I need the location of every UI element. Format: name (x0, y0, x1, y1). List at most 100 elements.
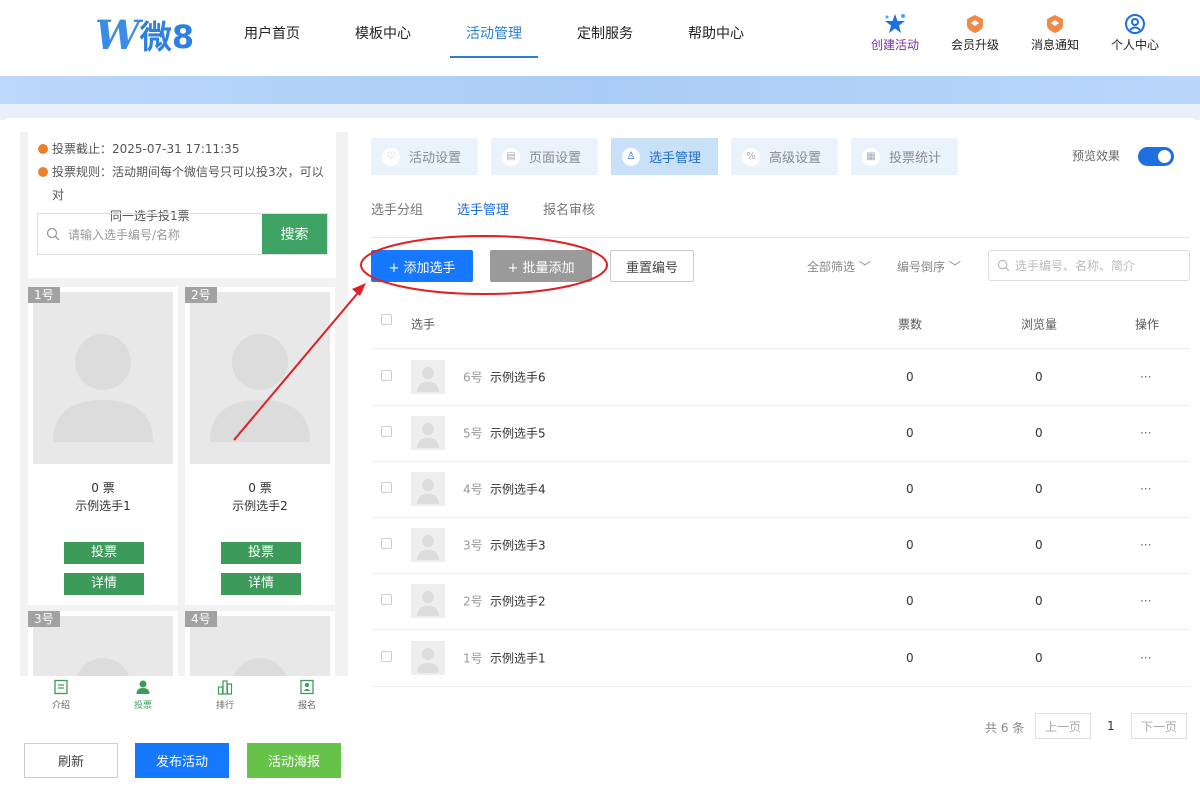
table-row[interactable]: 1号 示例选手1 0 0 ··· (371, 630, 1190, 687)
row-checkbox[interactable] (381, 538, 392, 549)
contestant-number: 3号 (28, 611, 60, 627)
preview-search: 请输入选手编号/名称 搜索 (37, 213, 328, 255)
tab-vote-statistics-label: 投票统计 (889, 151, 942, 166)
member-upgrade-label: 会员升级 (950, 38, 999, 52)
table-row[interactable]: 5号 示例选手5 0 0 ··· (371, 405, 1190, 462)
preview-search-input[interactable]: 请输入选手编号/名称 (38, 214, 262, 254)
col-actions: 操作 (1135, 317, 1160, 332)
contestant-card[interactable]: 1号 0 票 示例选手1 投票 详情 (28, 287, 178, 605)
prev-page-button[interactable]: 上一页 (1035, 713, 1091, 739)
nav-templates[interactable]: 模板中心 (339, 0, 427, 58)
contestant-card[interactable]: 3号 (28, 611, 178, 677)
contestant-photo (33, 292, 173, 464)
nav-help[interactable]: 帮助中心 (672, 0, 760, 58)
avatar-placeholder-icon (417, 591, 439, 616)
row-views: 0 (1035, 426, 1043, 440)
more-icon[interactable]: ··· (1140, 426, 1151, 440)
notifications-label: 消息通知 (1030, 38, 1079, 52)
row-checkbox[interactable] (381, 651, 392, 662)
row-number: 2号 (463, 594, 483, 609)
table-row[interactable]: 3号 示例选手3 0 0 ··· (371, 517, 1190, 574)
tab-contestant-management[interactable]: ♙ 选手管理 (611, 138, 718, 175)
row-checkbox[interactable] (381, 594, 392, 605)
more-icon[interactable]: ··· (1140, 651, 1151, 665)
contestant-search-input[interactable]: 选手编号、名称、简介 (988, 250, 1190, 281)
row-views: 0 (1035, 594, 1043, 608)
tab-ranking[interactable]: 排行 (184, 676, 266, 716)
subtab-contestant-groups[interactable]: 选手分组 (371, 198, 423, 237)
current-page[interactable]: 1 (1107, 719, 1115, 733)
tab-page-settings[interactable]: ▤ 页面设置 (491, 138, 598, 175)
add-contestant-button[interactable]: + 添加选手 (371, 250, 473, 282)
member-upgrade-button[interactable]: 会员升级 (935, 12, 1015, 53)
reset-number-button[interactable]: 重置编号 (610, 250, 694, 282)
avatar-placeholder-icon (417, 423, 439, 448)
stars-icon (855, 12, 935, 36)
nav-custom-service[interactable]: 定制服务 (561, 0, 649, 58)
tab-activity-settings[interactable]: ♡ 活动设置 (371, 138, 478, 175)
batch-add-button[interactable]: + 批量添加 (490, 250, 592, 282)
tab-advanced-settings[interactable]: % 高级设置 (731, 138, 838, 175)
table-row[interactable]: 6号 示例选手6 0 0 ··· (371, 349, 1190, 406)
user-circle-icon (1095, 12, 1175, 36)
more-icon[interactable]: ··· (1140, 370, 1151, 384)
subtab-signup-review[interactable]: 报名审核 (543, 198, 595, 237)
preview-tabbar: 介绍 投票 排行 报名 (20, 676, 348, 716)
logo[interactable]: W 微8 (95, 12, 194, 59)
person-icon (136, 680, 150, 694)
detail-button[interactable]: 详情 (64, 573, 144, 595)
orange-dot-icon (38, 167, 48, 177)
table-row[interactable]: 2号 示例选手2 0 0 ··· (371, 573, 1190, 630)
tab-vote-statistics[interactable]: ▦ 投票统计 (851, 138, 958, 175)
deadline-text: 投票截止：2025-07-31 17:11:35 (52, 142, 240, 156)
document-icon (54, 679, 68, 695)
vote-button[interactable]: 投票 (221, 542, 301, 564)
avatar-placeholder-icon (210, 334, 310, 442)
notifications-button[interactable]: 消息通知 (1015, 12, 1095, 53)
personal-center-button[interactable]: 个人中心 (1095, 12, 1175, 53)
search-icon (46, 227, 60, 241)
row-votes: 0 (906, 482, 914, 496)
row-checkbox[interactable] (381, 370, 392, 381)
subtab-contestant-management[interactable]: 选手管理 (457, 198, 509, 237)
avatar (411, 641, 445, 675)
mobile-preview[interactable]: 投票截止：2025-07-31 17:11:35 投票规则：活动期间每个微信号只… (20, 132, 348, 677)
detail-button[interactable]: 详情 (221, 573, 301, 595)
refresh-button[interactable]: 刷新 (24, 743, 118, 778)
more-icon[interactable]: ··· (1140, 538, 1151, 552)
tab-advanced-settings-label: 高级设置 (769, 151, 822, 166)
table-row[interactable]: 4号 示例选手4 0 0 ··· (371, 461, 1190, 518)
filter-all-dropdown[interactable]: 全部筛选 ﹀ (807, 258, 871, 275)
preview-search-button[interactable]: 搜索 (262, 214, 327, 254)
create-activity-button[interactable]: 创建活动 (855, 12, 935, 53)
vote-button[interactable]: 投票 (64, 542, 144, 564)
activity-poster-button[interactable]: 活动海报 (247, 743, 341, 778)
vote-rule: 投票规则：活动期间每个微信号只可以投3次，可以对 (38, 161, 328, 207)
tab-signup[interactable]: 报名 (266, 676, 348, 716)
row-number: 6号 (463, 370, 483, 385)
more-icon[interactable]: ··· (1140, 482, 1151, 496)
row-name: 示例选手5 (490, 426, 546, 441)
chart-icon: ▦ (862, 147, 880, 166)
sort-dropdown[interactable]: 编号倒序 ﹀ (897, 258, 961, 275)
tab-vote[interactable]: 投票 (102, 676, 184, 716)
percent-icon: % (742, 147, 760, 166)
publish-activity-button[interactable]: 发布活动 (135, 743, 229, 778)
select-all-checkbox[interactable] (381, 314, 392, 325)
tab-intro[interactable]: 介绍 (20, 676, 102, 716)
row-checkbox[interactable] (381, 426, 392, 437)
contestant-card[interactable]: 2号 0 票 示例选手2 投票 详情 (185, 287, 335, 605)
preview-effect-toggle[interactable] (1138, 147, 1174, 166)
tab-intro-label: 介绍 (51, 701, 70, 711)
row-name: 示例选手1 (490, 651, 546, 666)
orange-dot-icon (38, 144, 48, 154)
main-nav: 用户首页 模板中心 活动管理 定制服务 帮助中心 (228, 0, 783, 58)
contestant-card[interactable]: 4号 (185, 611, 335, 677)
next-page-button[interactable]: 下一页 (1131, 713, 1187, 739)
nav-activity-management[interactable]: 活动管理 (450, 0, 538, 58)
nav-home[interactable]: 用户首页 (228, 0, 316, 58)
tab-activity-settings-label: 活动设置 (409, 151, 462, 166)
row-checkbox[interactable] (381, 482, 392, 493)
row-number: 4号 (463, 482, 483, 497)
more-icon[interactable]: ··· (1140, 594, 1151, 608)
